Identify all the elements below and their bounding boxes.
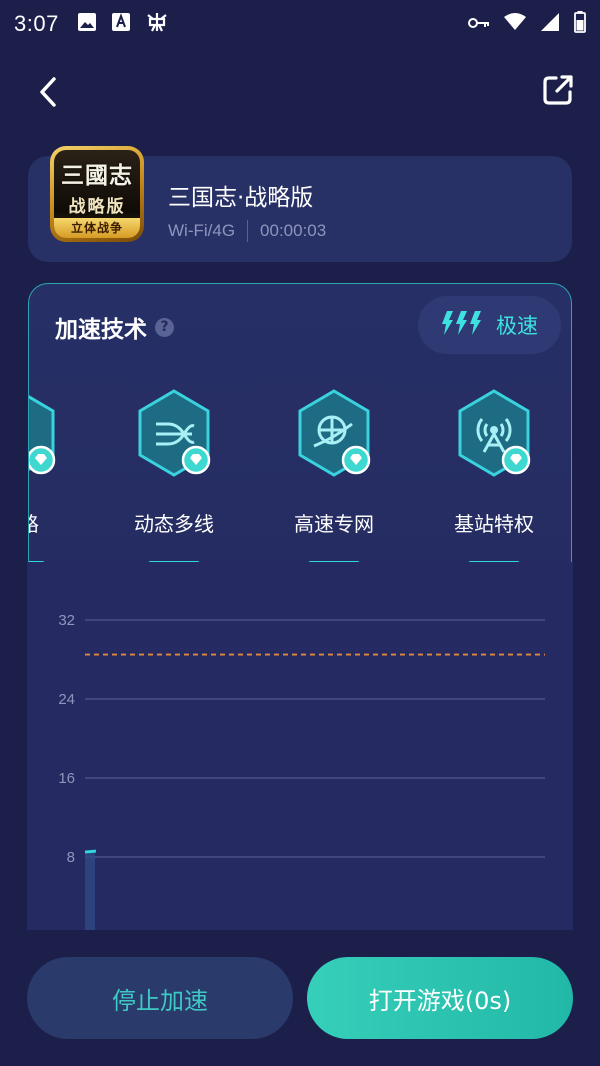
feature-dual-route[interactable]: 双路 xyxy=(29,388,94,569)
share-button[interactable] xyxy=(538,72,578,112)
game-icon-artwork: 三國志 战略版 立体战争 xyxy=(54,150,140,238)
status-right-icons xyxy=(468,11,586,37)
game-icon-title: 三國志 xyxy=(61,162,133,189)
feature-label: 基站特权 xyxy=(454,512,534,536)
back-button[interactable] xyxy=(30,74,66,114)
tech-title-text: 加速技术 xyxy=(55,317,147,343)
network-type: Wi-Fi/4G xyxy=(168,221,236,240)
dynamic-multiline-icon xyxy=(134,388,214,478)
feature-label: 动态多线 xyxy=(134,512,214,536)
y-tick-label: 8 xyxy=(67,849,75,866)
wifi-icon xyxy=(504,13,526,35)
font-icon xyxy=(111,12,131,36)
help-icon[interactable]: ? xyxy=(155,317,174,337)
status-left-icons xyxy=(77,10,169,38)
series-point xyxy=(84,849,97,854)
game-icon-band: 立体战争 xyxy=(54,218,140,238)
feature-label: 双路 xyxy=(29,508,39,537)
bug-icon xyxy=(145,10,169,38)
tech-title: 加速技术 ? xyxy=(55,310,174,344)
stop-acceleration-button[interactable]: 停止加速 xyxy=(27,957,293,1039)
status-bar: 3:07 xyxy=(0,0,600,48)
latency-chart: 32 24 16 8 xyxy=(27,562,573,930)
globe-network-icon xyxy=(294,388,374,478)
lightning-icon xyxy=(440,311,484,339)
accel-tech-card: 加速技术 ? 极速 双路 动态多线 高速专网 基站特权 xyxy=(28,283,572,583)
feature-base-station[interactable]: 基站特权 xyxy=(419,388,569,569)
y-tick-label: 24 xyxy=(58,691,75,708)
open-game-button[interactable]: 打开游戏(0s) xyxy=(307,957,573,1039)
feature-dynamic-multiline[interactable]: 动态多线 xyxy=(99,388,249,569)
share-icon xyxy=(541,73,575,111)
speed-label: 极速 xyxy=(496,314,538,338)
back-chevron-icon xyxy=(37,76,59,112)
dual-route-icon xyxy=(29,388,59,478)
latency-chart-svg: 32 24 16 8 xyxy=(58,612,545,930)
speed-mode-pill[interactable]: 极速 xyxy=(418,296,561,354)
game-meta: Wi-Fi/4G 00:00:03 xyxy=(168,220,326,242)
elapsed-time: 00:00:03 xyxy=(260,221,327,240)
game-icon[interactable]: 三國志 战略版 立体战争 xyxy=(50,146,144,242)
feature-label: 高速专网 xyxy=(294,512,374,536)
base-station-icon xyxy=(454,388,534,478)
y-tick-label: 32 xyxy=(58,612,75,629)
battery-icon xyxy=(574,11,586,37)
y-tick-label: 16 xyxy=(58,770,75,787)
series-area xyxy=(85,852,95,930)
game-icon-subtitle: 战略版 xyxy=(68,197,126,217)
vpn-key-icon xyxy=(468,15,490,34)
signal-icon xyxy=(540,12,560,36)
status-time: 3:07 xyxy=(14,11,59,36)
image-icon xyxy=(77,12,97,36)
feature-high-speed-network[interactable]: 高速专网 xyxy=(259,388,409,569)
meta-divider xyxy=(247,220,249,242)
game-name: 三国志·战略版 xyxy=(168,185,314,211)
